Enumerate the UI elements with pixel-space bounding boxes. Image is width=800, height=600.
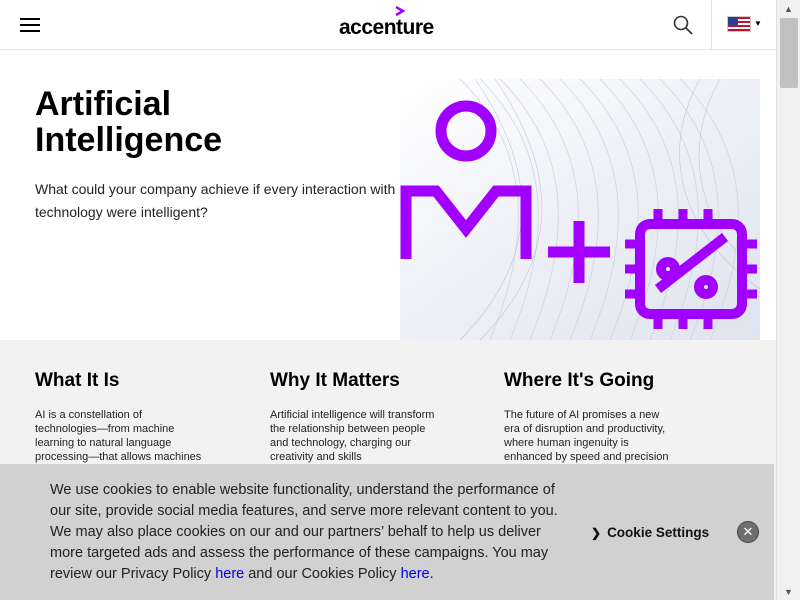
- hero-illustration: [400, 79, 760, 340]
- column-text: AI is a constellation of technologies—fr…: [35, 409, 202, 463]
- column-title[interactable]: Why It Matters: [270, 368, 470, 394]
- scroll-thumb[interactable]: [780, 18, 798, 88]
- column-why-it-matters: Why It Matters Artificial intelligence w…: [270, 368, 470, 464]
- site-header: accenture ▼: [0, 0, 776, 50]
- column-text: Artificial intelligence will transform t…: [270, 409, 435, 463]
- close-icon[interactable]: ✕: [737, 521, 759, 543]
- title-line-2: Intelligence: [35, 121, 223, 159]
- page-scrollbar[interactable]: ▲ ▼: [776, 0, 800, 600]
- cookie-text-mid: and our Cookies Policy: [244, 566, 401, 582]
- chevron-right-icon: ❯: [591, 526, 602, 540]
- cookie-text-end: .: [429, 566, 434, 582]
- accenture-logo[interactable]: accenture: [339, 6, 439, 40]
- hero-subtitle: What could your company achieve if every…: [35, 181, 396, 220]
- country-selector[interactable]: ▼: [728, 15, 762, 33]
- page-title: Artificial Intelligence: [35, 86, 335, 158]
- column-title[interactable]: What It Is: [35, 368, 235, 394]
- cookie-message: We use cookies to enable website functio…: [50, 480, 560, 585]
- column-text: The future of AI promises a new era of d…: [504, 409, 669, 463]
- title-line-1: Artificial: [35, 85, 172, 123]
- column-what-it-is: What It Is AI is a constellation of tech…: [35, 368, 235, 464]
- cookie-settings-button[interactable]: ❯ Cookie Settings: [591, 525, 709, 540]
- column-where-its-going: Where It's Going The future of AI promis…: [504, 368, 704, 464]
- logo-text: accenture: [339, 16, 434, 39]
- scroll-down-arrow-icon[interactable]: ▼: [777, 583, 800, 600]
- cookie-banner: We use cookies to enable website functio…: [0, 464, 774, 600]
- column-title[interactable]: Where It's Going: [504, 368, 704, 394]
- cookies-policy-link[interactable]: here: [401, 566, 430, 582]
- privacy-policy-link[interactable]: here: [215, 566, 244, 582]
- scroll-up-arrow-icon[interactable]: ▲: [777, 0, 800, 17]
- header-divider: [711, 0, 712, 50]
- hamburger-icon[interactable]: [20, 18, 40, 34]
- search-icon[interactable]: [672, 14, 694, 36]
- caret-down-icon: ▼: [754, 19, 762, 28]
- cookie-settings-label: Cookie Settings: [607, 525, 710, 540]
- us-flag-icon: [728, 17, 750, 31]
